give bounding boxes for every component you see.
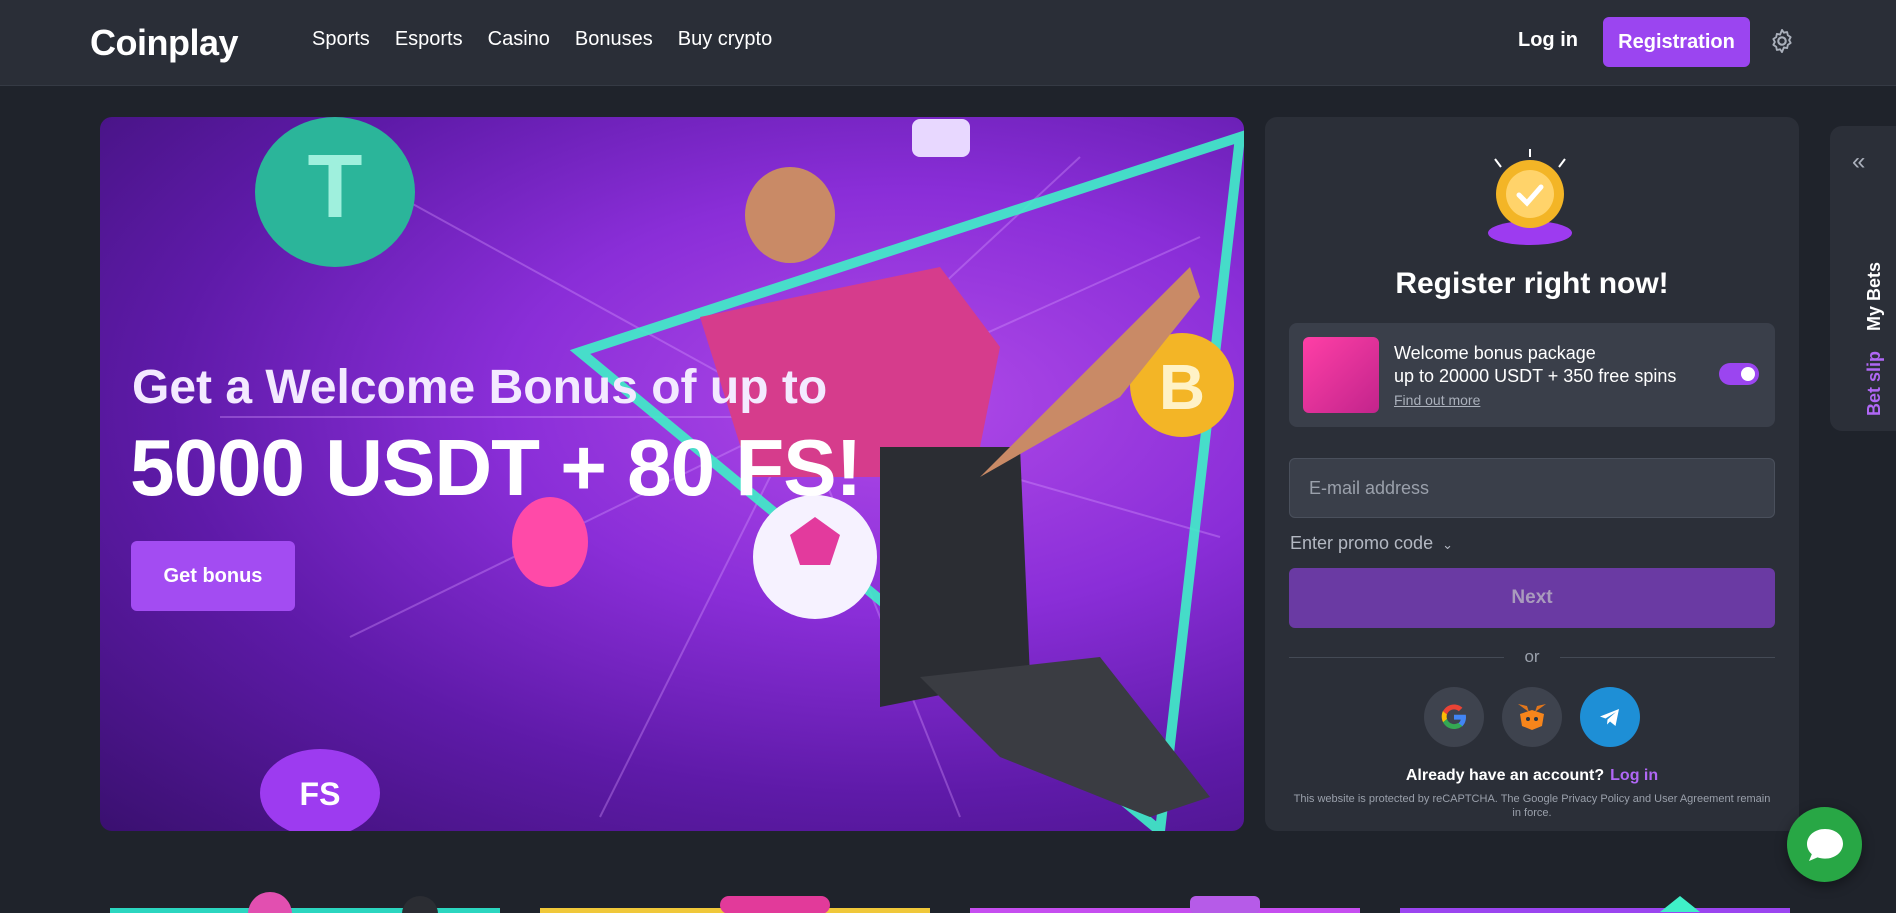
recaptcha-notice: This website is protected by reCAPTCHA. … bbox=[1293, 793, 1771, 819]
registration-button[interactable]: Registration bbox=[1603, 17, 1750, 67]
register-title: Register right now! bbox=[1395, 267, 1669, 300]
bonus-title: Welcome bonus package bbox=[1394, 343, 1596, 363]
find-out-more-link[interactable]: Find out more bbox=[1394, 392, 1480, 408]
nav-casino[interactable]: Casino bbox=[488, 28, 550, 51]
promo-code-label: Enter promo code bbox=[1290, 533, 1434, 553]
email-field[interactable] bbox=[1289, 458, 1775, 518]
nav-bonuses[interactable]: Bonuses bbox=[575, 28, 653, 51]
google-login-button[interactable] bbox=[1424, 687, 1484, 747]
get-bonus-button[interactable]: Get bonus bbox=[131, 541, 295, 611]
svg-text:FS: FS bbox=[300, 776, 341, 812]
nav-esports[interactable]: Esports bbox=[395, 28, 463, 51]
bonus-thumbnail bbox=[1303, 337, 1379, 413]
metamask-login-button[interactable] bbox=[1502, 687, 1562, 747]
chevrons-left-icon[interactable]: « bbox=[1852, 148, 1865, 176]
svg-text:B: B bbox=[1159, 351, 1205, 423]
telegram-icon bbox=[1600, 709, 1619, 726]
already-account-row: Already have an account? Log in bbox=[1265, 767, 1799, 785]
bonus-amount: up to 20000 USDT + 350 free spins bbox=[1394, 366, 1677, 386]
hero-banner: T B FS Get a Welcome Bonus of up to 5000… bbox=[100, 117, 1244, 831]
gear-icon[interactable] bbox=[1768, 27, 1796, 55]
telegram-login-button[interactable] bbox=[1580, 687, 1640, 747]
svg-text:T: T bbox=[308, 137, 363, 237]
promo-cards-strip bbox=[110, 892, 1790, 913]
or-divider: or bbox=[1289, 647, 1775, 667]
chevron-down-icon: ⌄ bbox=[1442, 537, 1453, 552]
site-logo[interactable]: Coinplay bbox=[90, 22, 239, 64]
next-button[interactable]: Next bbox=[1289, 568, 1775, 628]
bet-slip-label[interactable]: Bet slip bbox=[1864, 351, 1884, 416]
metamask-icon bbox=[1518, 704, 1546, 730]
welcome-bonus-card: Welcome bonus package up to 20000 USDT +… bbox=[1289, 323, 1775, 427]
google-icon bbox=[1441, 704, 1466, 729]
nav-buy-crypto[interactable]: Buy crypto bbox=[678, 28, 772, 51]
chat-bubble-icon bbox=[1806, 828, 1843, 861]
panel-login-link[interactable]: Log in bbox=[1610, 767, 1658, 784]
top-header: Coinplay Sports Esports Casino Bonuses B… bbox=[0, 0, 1896, 86]
bet-slip-tab[interactable]: « Bet slip My Bets bbox=[1830, 126, 1896, 431]
login-link[interactable]: Log in bbox=[1518, 29, 1578, 52]
gift-coin-illustration bbox=[1488, 149, 1572, 245]
my-bets-label[interactable]: My Bets bbox=[1864, 262, 1884, 331]
bet-tabs-vertical: Bet slip My Bets bbox=[1864, 262, 1885, 416]
hero-title-line2: 5000 USDT + 80 FS! bbox=[130, 423, 862, 512]
main-nav: Sports Esports Casino Bonuses Buy crypto bbox=[312, 28, 772, 51]
hero-title-line1: Get a Welcome Bonus of up to bbox=[132, 361, 828, 414]
register-panel: Register right now! Welcome bonus packag… bbox=[1265, 117, 1799, 831]
nav-sports[interactable]: Sports bbox=[312, 28, 370, 51]
chat-button[interactable] bbox=[1787, 807, 1862, 882]
already-account-label: Already have an account? bbox=[1405, 767, 1605, 784]
promo-code-toggle[interactable]: Enter promo code ⌄ bbox=[1290, 533, 1453, 554]
bonus-toggle[interactable] bbox=[1719, 363, 1759, 385]
